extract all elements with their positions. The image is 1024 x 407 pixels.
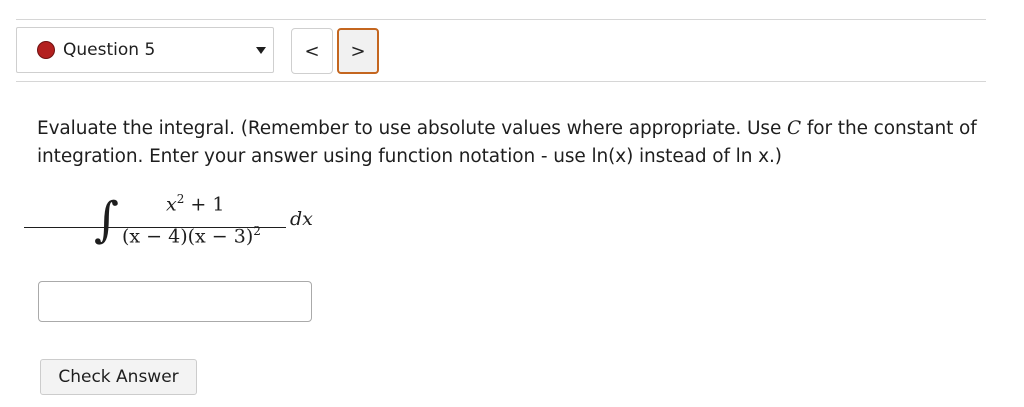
- fraction-bar: [24, 227, 286, 228]
- top-divider: [16, 19, 986, 20]
- numerator: x2 + 1: [166, 192, 225, 216]
- chevron-right-icon: >: [350, 40, 366, 62]
- question-select-label: Question 5: [63, 40, 156, 60]
- chevron-left-icon: <: [304, 40, 320, 62]
- integral-formula: ∫ x2 + 1 (x − 4)(x − 3)2 dx: [94, 190, 334, 260]
- answer-input[interactable]: [38, 281, 312, 322]
- question-prompt: Evaluate the integral. (Remember to use …: [37, 115, 997, 171]
- previous-question-button[interactable]: <: [291, 28, 333, 74]
- header-divider: [16, 81, 986, 82]
- prompt-text-before: Evaluate the integral. (Remember to use …: [37, 118, 788, 139]
- integral-sign: ∫: [94, 192, 120, 248]
- next-question-button[interactable]: >: [337, 28, 379, 74]
- caret-down-icon: [256, 47, 266, 54]
- status-dot-icon: [37, 41, 55, 59]
- differential: dx: [290, 208, 313, 230]
- question-select[interactable]: Question 5: [16, 27, 274, 73]
- check-answer-button[interactable]: Check Answer: [40, 359, 197, 395]
- constant-c: C: [787, 118, 802, 139]
